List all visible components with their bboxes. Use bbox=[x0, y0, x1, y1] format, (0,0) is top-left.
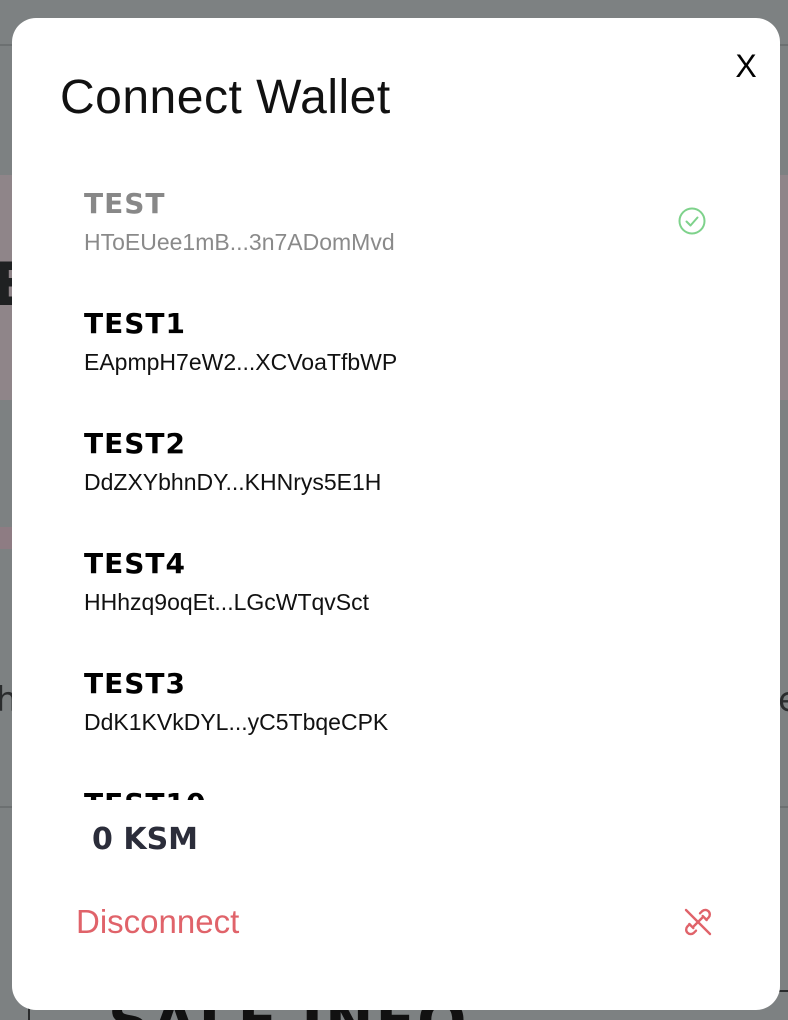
account-name: TEST4 bbox=[84, 547, 186, 580]
account-list[interactable]: TEST HToEUee1mB...3n7ADomMvd TEST1 EApmp… bbox=[12, 168, 780, 800]
account-item-test4[interactable]: TEST4 HHhzq9oqEt...LGcWTqvSct bbox=[84, 528, 724, 628]
account-name: TEST1 bbox=[84, 307, 186, 340]
account-name: TEST10 bbox=[84, 788, 206, 801]
account-address: HToEUee1mB...3n7ADomMvd bbox=[84, 229, 395, 255]
check-circle-icon bbox=[678, 207, 706, 235]
account-item-test10[interactable]: TEST10 bbox=[84, 768, 724, 801]
account-name: TEST3 bbox=[84, 667, 186, 700]
account-address: HHhzq9oqEt...LGcWTqvSct bbox=[84, 589, 370, 615]
account-item-test[interactable]: TEST HToEUee1mB...3n7ADomMvd bbox=[84, 168, 724, 268]
account-address: DdZXYbhnDY...KHNrys5E1H bbox=[84, 469, 382, 495]
modal-title: Connect Wallet bbox=[60, 71, 391, 124]
account-address: DdK1KVkDYL...yC5TbqeCPK bbox=[84, 709, 389, 735]
close-button[interactable]: X bbox=[730, 48, 762, 84]
account-address: EApmpH7eW2...XCVoaTfbWP bbox=[84, 349, 398, 375]
account-name: TEST2 bbox=[84, 427, 186, 460]
account-item-test1[interactable]: TEST1 EApmpH7eW2...XCVoaTfbWP bbox=[84, 288, 724, 388]
account-item-test3[interactable]: TEST3 DdK1KVkDYL...yC5TbqeCPK bbox=[84, 648, 724, 748]
account-item-test2[interactable]: TEST2 DdZXYbhnDY...KHNrys5E1H bbox=[84, 408, 724, 508]
connect-wallet-modal: X Connect Wallet TEST HToEUee1mB...3n7AD… bbox=[12, 18, 780, 1010]
disconnect-button[interactable]: Disconnect bbox=[76, 898, 716, 946]
unlink-icon[interactable] bbox=[682, 906, 714, 938]
disconnect-label: Disconnect bbox=[76, 903, 240, 940]
account-name: TEST bbox=[84, 187, 166, 220]
balance-value: 0 KSM bbox=[92, 822, 199, 857]
